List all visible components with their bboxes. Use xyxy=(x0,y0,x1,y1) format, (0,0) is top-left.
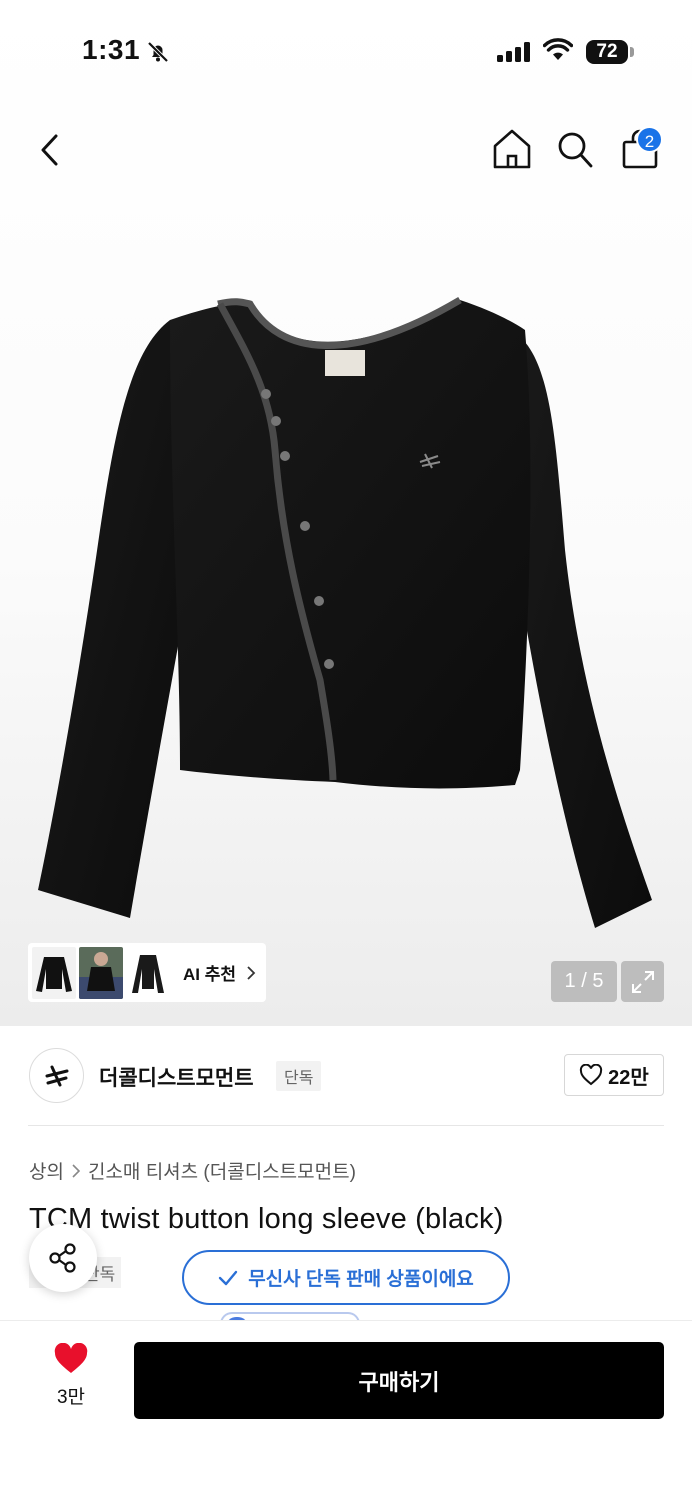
product-image[interactable] xyxy=(20,290,670,940)
product-title: TCM twist button long sleeve (black) xyxy=(29,1203,504,1235)
back-icon[interactable] xyxy=(34,130,66,170)
brand-star-icon xyxy=(45,1065,68,1086)
breadcrumb: 상의 긴소매 티셔츠 (더콜디스트모먼트) xyxy=(29,1157,356,1184)
status-time: 1:31 xyxy=(82,34,141,65)
check-icon xyxy=(218,1270,238,1285)
signal-icon xyxy=(497,42,530,62)
heart-icon xyxy=(54,1342,88,1373)
expand-icon xyxy=(631,970,654,993)
search-icon[interactable] xyxy=(555,128,595,170)
thumbnail-3[interactable] xyxy=(126,946,170,999)
wishlist-count: 3만 xyxy=(56,1387,86,1408)
buy-button[interactable]: 구매하기 xyxy=(134,1342,664,1419)
battery-indicator: 72 xyxy=(586,40,628,64)
wifi-icon xyxy=(543,38,573,60)
brand-exclusive-tag: 단독 xyxy=(276,1061,322,1091)
heart-outline-icon xyxy=(580,1064,603,1086)
chevron-right-icon xyxy=(247,965,256,980)
product-gallery[interactable]: 1:31 72 2 AI 추천 1 / 5 xyxy=(0,0,692,1026)
share-button[interactable] xyxy=(29,1224,97,1292)
image-page-indicator: 1 / 5 xyxy=(551,961,617,1002)
battery-tip xyxy=(630,47,634,57)
divider xyxy=(28,1125,664,1126)
brand-like-count: 22만 xyxy=(608,1066,649,1089)
breadcrumb-item-subcategory[interactable]: 긴소매 티셔츠 (더콜디스트모먼트) xyxy=(88,1157,356,1184)
brand-name[interactable]: 더콜디스트모먼트 xyxy=(99,1062,254,1092)
home-icon[interactable] xyxy=(492,128,532,170)
cart-count-badge: 2 xyxy=(636,126,663,153)
chevron-right-icon xyxy=(72,1163,80,1178)
share-icon xyxy=(49,1243,76,1273)
expand-button[interactable] xyxy=(621,961,664,1002)
thumbnail-1[interactable] xyxy=(32,946,76,999)
ai-recommendation-strip[interactable]: AI 추천 xyxy=(28,943,266,1002)
wishlist-button[interactable]: 3만 xyxy=(44,1342,98,1409)
silent-bell-icon xyxy=(147,41,169,63)
brand-like-button[interactable]: 22만 xyxy=(564,1054,664,1096)
status-bar: 1:31 72 xyxy=(0,0,692,100)
brand-logo[interactable] xyxy=(29,1048,84,1103)
exclusive-sale-toast: 무신사 단독 판매 상품이에요 xyxy=(182,1250,510,1305)
toast-message: 무신사 단독 판매 상품이에요 xyxy=(248,1269,474,1290)
ai-recommendation-label[interactable]: AI 추천 xyxy=(183,960,236,985)
thumbnail-2[interactable] xyxy=(79,946,123,999)
breadcrumb-item-category[interactable]: 상의 xyxy=(29,1157,64,1184)
